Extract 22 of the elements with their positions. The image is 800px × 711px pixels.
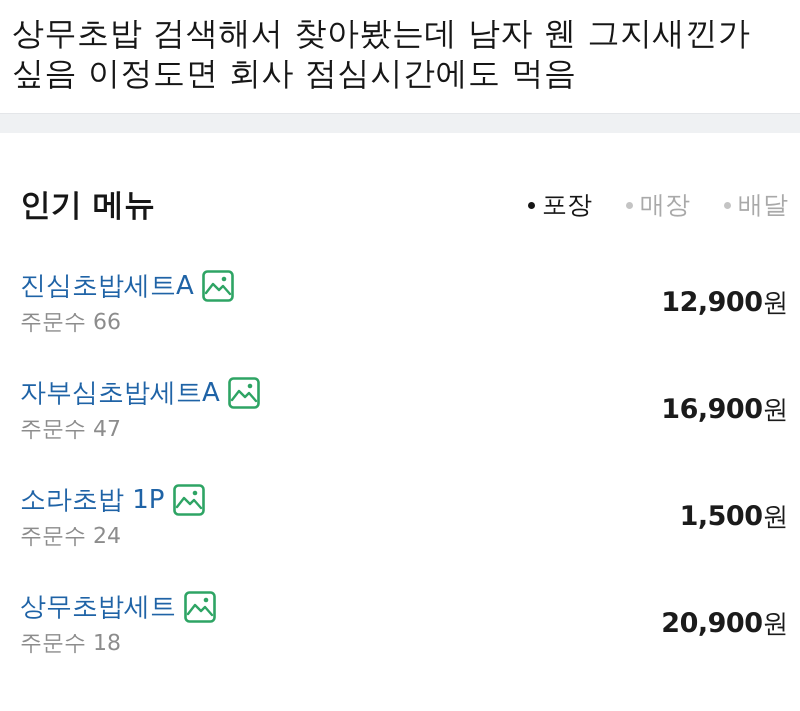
- dot-icon: [626, 202, 633, 208]
- image-icon[interactable]: [228, 377, 260, 409]
- order-count: 주문수 24: [20, 523, 122, 551]
- order-count: 주문수 47: [20, 416, 122, 444]
- menu-item-name[interactable]: 진심초밥세트A: [20, 267, 194, 305]
- section-title: 인기 메뉴: [20, 186, 155, 225]
- menu-item-name[interactable]: 소라초밥 1P: [20, 481, 164, 519]
- order-count: 주문수 66: [20, 309, 122, 337]
- price: 12,900원: [661, 286, 788, 320]
- dot-icon: [724, 202, 731, 208]
- post-text: 상무초밥 검색해서 찾아봤는데 남자 웬 그지새낀가 싶음 이정도면 회사 점심시간에도 먹음: [11, 13, 752, 94]
- image-icon[interactable]: [184, 591, 216, 623]
- dot-icon: [528, 202, 535, 208]
- menu-item-name[interactable]: 상무초밥세트: [20, 588, 176, 626]
- price: 20,900원: [661, 607, 788, 641]
- menu-item-name[interactable]: 자부심초밥세트A: [20, 374, 220, 412]
- image-icon[interactable]: [172, 484, 204, 516]
- price: 16,900원: [661, 393, 788, 427]
- price: 1,500원: [680, 500, 788, 534]
- order-count: 주문수 18: [20, 630, 122, 658]
- image-icon[interactable]: [202, 270, 234, 302]
- filter-tab[interactable]: 포장: [528, 188, 592, 222]
